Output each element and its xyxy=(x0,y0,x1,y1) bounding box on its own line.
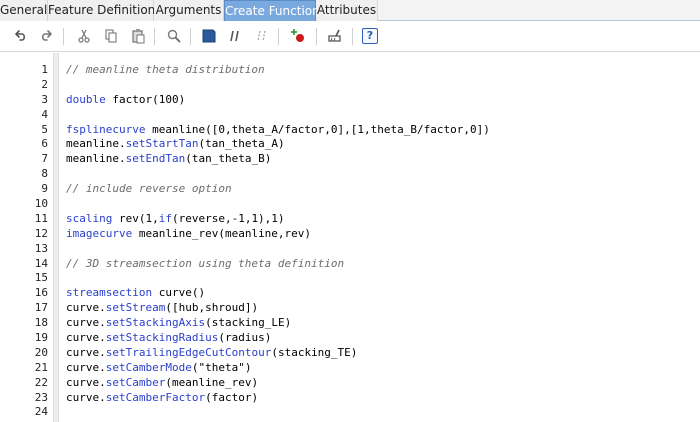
code-line[interactable]: 1 // meanline theta distribution xyxy=(0,63,700,78)
toolbar-separator xyxy=(190,28,191,45)
line-number: 7 xyxy=(41,152,48,166)
code-line[interactable]: 7 meanline.setEndTan(tan_theta_B) xyxy=(0,152,700,167)
line-number: 24 xyxy=(34,405,48,419)
line-number: 5 xyxy=(41,122,48,136)
tab-feature-definitions[interactable]: Feature Definitions xyxy=(48,0,162,21)
line-number: 10 xyxy=(34,197,48,211)
help-icon[interactable]: ? xyxy=(360,26,380,46)
code-text: curve.setCamberFactor(factor) xyxy=(66,390,259,404)
code-line[interactable]: 22 curve.setCamber(meanline_rev) xyxy=(0,376,700,391)
code-line[interactable]: 12 imagecurve meanline_rev(meanline,rev) xyxy=(0,227,700,242)
line-number: 3 xyxy=(41,92,48,106)
code-line[interactable]: 4 xyxy=(0,108,700,123)
code-line[interactable]: 17 curve.setStream([hub,shroud]) xyxy=(0,301,700,316)
code-text: curve.setStackingRadius(radius) xyxy=(66,331,272,345)
paste-icon[interactable] xyxy=(128,26,148,46)
line-number: 14 xyxy=(34,256,48,270)
line-number: 4 xyxy=(41,107,48,121)
tab-arguments[interactable]: Arguments xyxy=(154,0,224,21)
line-number: 2 xyxy=(41,77,48,91)
line-number: 11 xyxy=(34,211,48,225)
code-line[interactable]: 21 curve.setCamberMode("theta") xyxy=(0,361,700,376)
uncomment-icon[interactable] xyxy=(252,26,272,46)
code-text: double factor(100) xyxy=(66,92,186,106)
line-number: 15 xyxy=(34,271,48,285)
clear-icon[interactable] xyxy=(325,26,345,46)
code-line[interactable]: 11 scaling rev(1,if(reverse,-1,1),1) xyxy=(0,212,700,227)
find-icon[interactable] xyxy=(164,26,184,46)
toolbar-separator xyxy=(63,28,64,45)
code-line[interactable]: 8 xyxy=(0,167,700,182)
code-text: curve.setStackingAxis(stacking_LE) xyxy=(66,316,292,330)
code-line[interactable]: 5 fsplinecurve meanline([0,theta_A/factor… xyxy=(0,123,700,138)
line-number: 19 xyxy=(34,331,48,345)
code-text: meanline.setStartTan(tan_theta_A) xyxy=(66,137,285,151)
code-text: curve.setCamber(meanline_rev) xyxy=(66,375,259,389)
editor-toolbar: ? xyxy=(0,21,700,52)
toolbar-separator xyxy=(316,28,317,45)
toolbar-separator xyxy=(278,28,279,45)
code-editor[interactable]: 1 // meanline theta distribution 2 3 double … xyxy=(0,53,700,422)
line-number: 6 xyxy=(41,137,48,151)
help-label: ? xyxy=(362,28,378,44)
toolbar-separator xyxy=(352,28,353,45)
code-line[interactable]: 18 curve.setStackingAxis(stacking_LE) xyxy=(0,316,700,331)
code-line[interactable]: 24 xyxy=(0,405,700,420)
cut-icon[interactable] xyxy=(74,26,94,46)
code-line[interactable]: 9 // include reverse option xyxy=(0,182,700,197)
code-text: curve.setStream([hub,shroud]) xyxy=(66,301,259,315)
line-number: 23 xyxy=(34,390,48,404)
code-text: fsplinecurve meanline([0,theta_A/factor,… xyxy=(66,122,490,136)
line-number: 8 xyxy=(41,167,48,181)
tab-bar: General Feature Definitions Arguments Cr… xyxy=(0,0,700,21)
code-text: imagecurve meanline_rev(meanline,rev) xyxy=(66,226,312,240)
line-number: 21 xyxy=(34,360,48,374)
code-text: streamsection curve() xyxy=(66,286,206,300)
redo-icon[interactable] xyxy=(37,26,57,46)
code-text: // include reverse option xyxy=(66,182,232,196)
code-lines: 1 // meanline theta distribution 2 3 double … xyxy=(0,63,700,420)
code-line[interactable]: 16 streamsection curve() xyxy=(0,286,700,301)
bookmark-icon[interactable] xyxy=(199,26,219,46)
code-text: curve.setCamberMode("theta") xyxy=(66,360,252,374)
code-line[interactable]: 13 xyxy=(0,242,700,257)
line-number: 20 xyxy=(34,345,48,359)
copy-icon[interactable] xyxy=(101,26,121,46)
toolbar-separator xyxy=(154,28,155,45)
line-number: 1 xyxy=(41,63,48,76)
code-text: // 3D streamsection using theta definiti… xyxy=(66,256,345,270)
code-line[interactable]: 14 // 3D streamsection using theta defini… xyxy=(0,257,700,272)
line-number: 18 xyxy=(34,316,48,330)
code-line[interactable]: 15 xyxy=(0,271,700,286)
line-number: 12 xyxy=(34,226,48,240)
line-number: 16 xyxy=(34,286,48,300)
code-text: // meanline theta distribution xyxy=(66,63,265,76)
tab-create-function[interactable]: Create Function xyxy=(224,0,320,21)
code-line[interactable]: 23 curve.setCamberFactor(factor) xyxy=(0,391,700,406)
code-line[interactable]: 20 curve.setTrailingEdgeCutContour(stacki… xyxy=(0,346,700,361)
line-number: 22 xyxy=(34,375,48,389)
tab-attributes[interactable]: Attributes xyxy=(316,0,378,21)
insert-feature-icon[interactable] xyxy=(288,26,308,46)
code-line[interactable]: 3 double factor(100) xyxy=(0,93,700,108)
comment-icon[interactable] xyxy=(225,26,245,46)
code-line[interactable]: 2 xyxy=(0,78,700,93)
line-number: 9 xyxy=(41,182,48,196)
code-line[interactable]: 10 xyxy=(0,197,700,212)
undo-icon[interactable] xyxy=(10,26,30,46)
code-line[interactable]: 19 curve.setStackingRadius(radius) xyxy=(0,331,700,346)
code-text: meanline.setEndTan(tan_theta_B) xyxy=(66,152,272,166)
code-text: curve.setTrailingEdgeCutContour(stacking… xyxy=(66,345,358,359)
tab-general[interactable]: General xyxy=(0,0,48,21)
code-text: scaling rev(1,if(reverse,-1,1),1) xyxy=(66,211,285,225)
code-line[interactable]: 6 meanline.setStartTan(tan_theta_A) xyxy=(0,137,700,152)
line-number: 13 xyxy=(34,241,48,255)
line-number: 17 xyxy=(34,301,48,315)
